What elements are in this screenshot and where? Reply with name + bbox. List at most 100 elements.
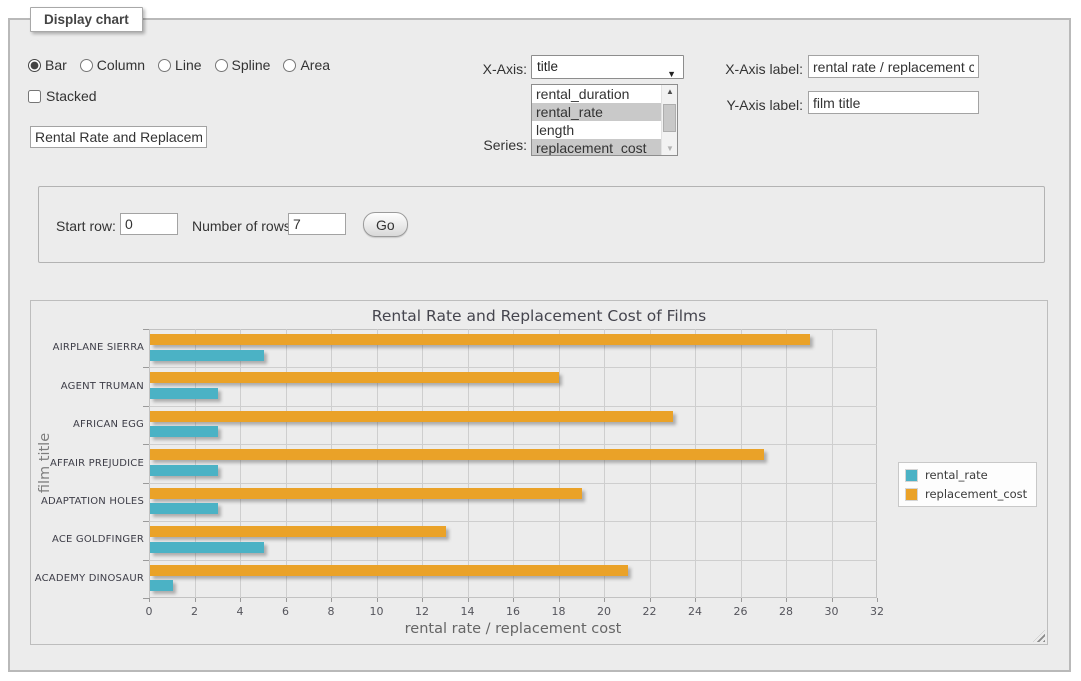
x-tick-mark — [832, 598, 833, 602]
gridline — [149, 560, 877, 561]
radio-line[interactable] — [158, 59, 171, 72]
x-axis-label-input[interactable] — [808, 55, 979, 78]
series-option-length[interactable]: length — [532, 121, 661, 139]
radio-bar[interactable] — [28, 59, 41, 72]
y-tick-mark — [143, 483, 149, 484]
series-listbox[interactable]: rental_durationrental_ratelengthreplacem… — [531, 84, 678, 156]
resize-grip-icon[interactable] — [1033, 630, 1045, 642]
scroll-down-icon[interactable]: ▼ — [662, 144, 678, 153]
gridline — [422, 329, 423, 598]
x-tick-label: 10 — [357, 605, 397, 618]
y-axis-label-field-label: Y-Axis label: — [700, 97, 803, 113]
gridline — [650, 329, 651, 598]
gridline — [377, 329, 378, 598]
x-tick-label: 30 — [812, 605, 852, 618]
chart-bar-replacement_cost — [150, 334, 810, 345]
chart-type-option-column[interactable]: Column — [80, 57, 145, 73]
scroll-up-icon[interactable]: ▲ — [662, 87, 678, 96]
chart-type-option-bar[interactable]: Bar — [28, 57, 67, 73]
gridline — [195, 329, 196, 598]
gridline — [240, 329, 241, 598]
y-tick-mark — [143, 521, 149, 522]
panel-title: Display chart — [30, 7, 143, 32]
start-row-input[interactable] — [120, 213, 178, 235]
x-tick-label: 8 — [311, 605, 351, 618]
chart-bar-rental_rate — [150, 388, 218, 399]
chart-type-option-area[interactable]: Area — [283, 57, 330, 73]
stacked-option[interactable]: Stacked — [28, 88, 97, 104]
x-axis-select[interactable]: title ▼ — [531, 55, 684, 79]
replacement_cost-swatch — [905, 488, 918, 501]
x-tick-label: 26 — [721, 605, 761, 618]
gridline — [149, 483, 877, 484]
category-label: ADAPTATION HOLES — [41, 496, 144, 507]
series-option-rental_rate[interactable]: rental_rate — [532, 103, 661, 121]
series-options: rental_durationrental_ratelengthreplacem… — [532, 85, 661, 155]
y-tick-mark — [143, 560, 149, 561]
chart-title: Rental Rate and Replacement Cost of Film… — [31, 307, 1047, 325]
x-tick-label: 6 — [266, 605, 306, 618]
x-tick-label: 18 — [539, 605, 579, 618]
gridline — [559, 329, 560, 598]
x-tick-mark — [286, 598, 287, 602]
chart-bar-rental_rate — [150, 426, 218, 437]
gridline — [832, 329, 833, 598]
x-axis-select-label: X-Axis: — [447, 61, 527, 77]
category-label: ACADEMY DINOSAUR — [35, 573, 144, 584]
series-option-rental_duration[interactable]: rental_duration — [532, 85, 661, 103]
series-option-replacement_cost[interactable]: replacement_cost — [532, 139, 661, 156]
chart-bar-rental_rate — [150, 503, 218, 514]
x-tick-label: 12 — [402, 605, 442, 618]
gridline — [695, 329, 696, 598]
radio-spline[interactable] — [215, 59, 228, 72]
x-tick-mark — [695, 598, 696, 602]
chart-type-label: Bar — [45, 57, 67, 73]
series-scrollbar[interactable]: ▲ ▼ — [661, 85, 677, 155]
x-tick-mark — [650, 598, 651, 602]
y-axis-label-input[interactable] — [808, 91, 979, 114]
x-tick-label: 16 — [493, 605, 533, 618]
chart-type-label: Area — [300, 57, 330, 73]
radio-area[interactable] — [283, 59, 296, 72]
x-tick-mark — [741, 598, 742, 602]
chart-bar-replacement_cost — [150, 372, 559, 383]
gridline — [741, 329, 742, 598]
chart-type-option-spline[interactable]: Spline — [215, 57, 271, 73]
y-tick-mark — [143, 598, 149, 599]
x-tick-mark — [468, 598, 469, 602]
gridline — [468, 329, 469, 598]
chart-area: Rental Rate and Replacement Cost of Film… — [30, 300, 1048, 645]
x-tick-mark — [240, 598, 241, 602]
chart-type-label: Column — [97, 57, 145, 73]
x-tick-label: 22 — [630, 605, 670, 618]
legend-item: replacement_cost — [905, 487, 1027, 501]
stacked-checkbox[interactable] — [28, 90, 41, 103]
x-tick-label: 14 — [448, 605, 488, 618]
start-row-label: Start row: — [56, 218, 116, 234]
chart-legend: rental_ratereplacement_cost — [898, 462, 1037, 507]
chart-type-label: Line — [175, 57, 201, 73]
y-tick-mark — [143, 406, 149, 407]
x-tick-label: 0 — [129, 605, 169, 618]
gridline — [786, 329, 787, 598]
chart-title-input[interactable] — [30, 126, 207, 148]
gridline — [331, 329, 332, 598]
chart-type-option-line[interactable]: Line — [158, 57, 201, 73]
scrollbar-thumb[interactable] — [663, 104, 676, 132]
chart-bar-replacement_cost — [150, 565, 628, 576]
go-button[interactable]: Go — [363, 212, 408, 237]
x-tick-mark — [786, 598, 787, 602]
number-of-rows-label: Number of rows: — [192, 218, 295, 234]
number-of-rows-input[interactable] — [288, 213, 346, 235]
chart-type-radiogroup: Bar Column Line Spline Area — [28, 57, 330, 73]
legend-label: replacement_cost — [918, 487, 1027, 501]
chart-bar-replacement_cost — [150, 526, 446, 537]
gridline — [149, 406, 877, 407]
chart-bar-rental_rate — [150, 580, 173, 591]
x-tick-mark — [195, 598, 196, 602]
chart-type-label: Spline — [232, 57, 271, 73]
radio-column[interactable] — [80, 59, 93, 72]
x-tick-label: 28 — [766, 605, 806, 618]
x-tick-label: 2 — [175, 605, 215, 618]
x-axis-label-field-label: X-Axis label: — [700, 61, 803, 77]
